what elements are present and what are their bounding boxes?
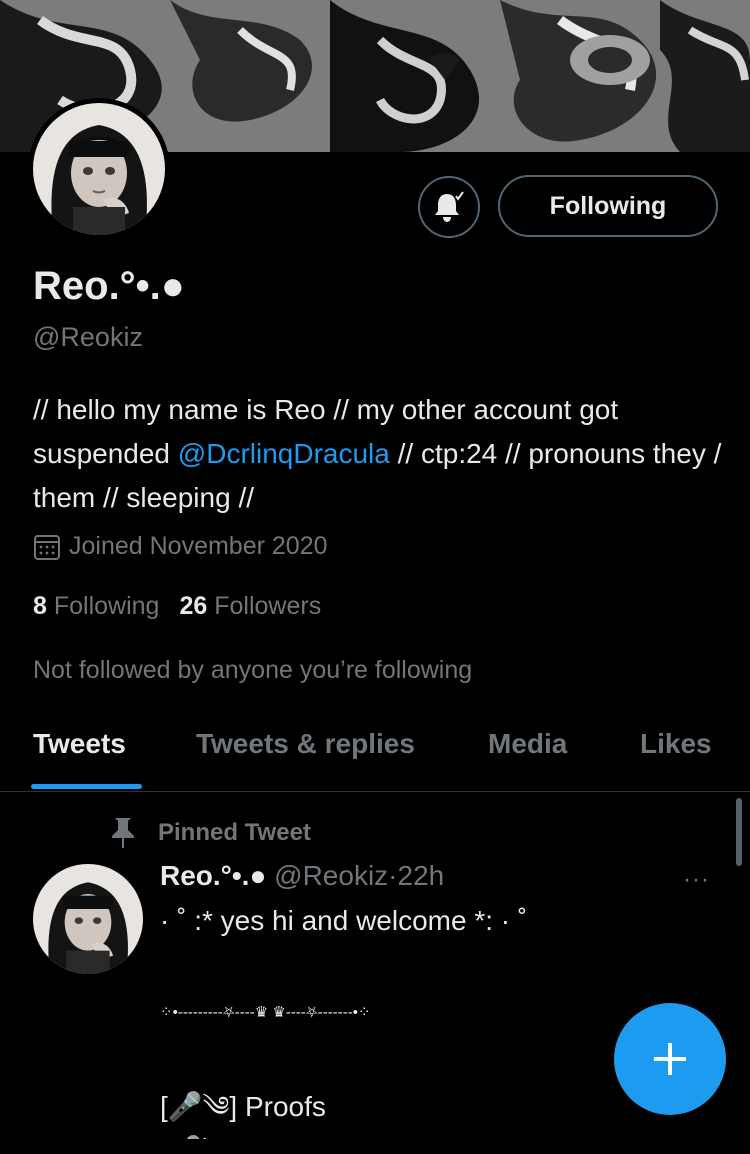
pinned-tweet-label: Pinned Tweet (110, 816, 311, 850)
tweet-separator: · (388, 860, 398, 891)
tweet-author-name[interactable]: Reo.°•.● (160, 860, 266, 891)
following-count-link[interactable]: 8 Following (33, 592, 159, 620)
pinned-tweet-text: Pinned Tweet (158, 819, 311, 846)
scrollbar[interactable] (736, 798, 742, 866)
tweet-time[interactable]: 22h (398, 860, 445, 891)
tab-tweets[interactable]: Tweets (33, 728, 126, 760)
tab-likes[interactable]: Likes (640, 728, 712, 760)
notifications-button[interactable] (418, 176, 480, 238)
profile-handle: @Reokiz (33, 322, 143, 352)
calendar-icon (34, 534, 60, 560)
more-options-icon[interactable]: ··· (683, 866, 710, 894)
following-button[interactable]: Following (498, 175, 718, 237)
tweet-line-1: · ˚ :* yes hi and welcome *: · ˚ (160, 905, 528, 936)
tweet-proofs-line: [🎤༄] Proofs (160, 1091, 326, 1122)
pin-icon (112, 818, 134, 848)
tweet-roblox-line: [🎤༄] Roblox group (160, 1119, 660, 1139)
following-button-label: Following (549, 191, 667, 220)
compose-tweet-button[interactable] (614, 1003, 726, 1115)
tweet-divider-line: ⁘•---------⛧----♛ ♛----⛧-------•⁘ (160, 1004, 371, 1021)
bio-mention-link[interactable]: @DcrlinqDracula (178, 438, 390, 469)
profile-avatar[interactable] (28, 98, 170, 240)
followers-count: 26 (179, 592, 208, 620)
follow-counts: 8 Following 26 Followers (33, 592, 321, 621)
tweet-author-avatar[interactable] (33, 864, 143, 974)
tweet-avatar-image (33, 864, 143, 974)
followers-count-link[interactable]: 26 Followers (179, 592, 321, 620)
followers-count-label: Followers (214, 592, 322, 620)
avatar-image (33, 103, 165, 235)
following-count-label: Following (53, 592, 160, 620)
following-count: 8 (33, 592, 47, 620)
bell-check-icon (435, 191, 464, 222)
not-followed-notice: Not followed by anyone you’re following (33, 656, 473, 684)
joined-date: Joined November 2020 (33, 532, 328, 561)
tab-media[interactable]: Media (488, 728, 567, 760)
plus-icon (654, 1043, 686, 1075)
tweet-author-handle[interactable]: @Reokiz (274, 860, 388, 891)
profile-bio: // hello my name is Reo // my other acco… (33, 388, 723, 520)
active-tab-indicator (31, 784, 142, 789)
joined-text: Joined November 2020 (69, 532, 328, 560)
profile-tabs: Tweets Tweets & replies Media Likes (0, 700, 750, 792)
profile-name: Reo.°•.● (33, 264, 185, 308)
tweet-body: · ˚ :* yes hi and welcome *: · ˚ ⁘•-----… (160, 905, 660, 1139)
tab-tweets-and-replies[interactable]: Tweets & replies (196, 728, 415, 760)
tweet-header: Reo.°•.● @Reokiz·22h (160, 860, 444, 892)
